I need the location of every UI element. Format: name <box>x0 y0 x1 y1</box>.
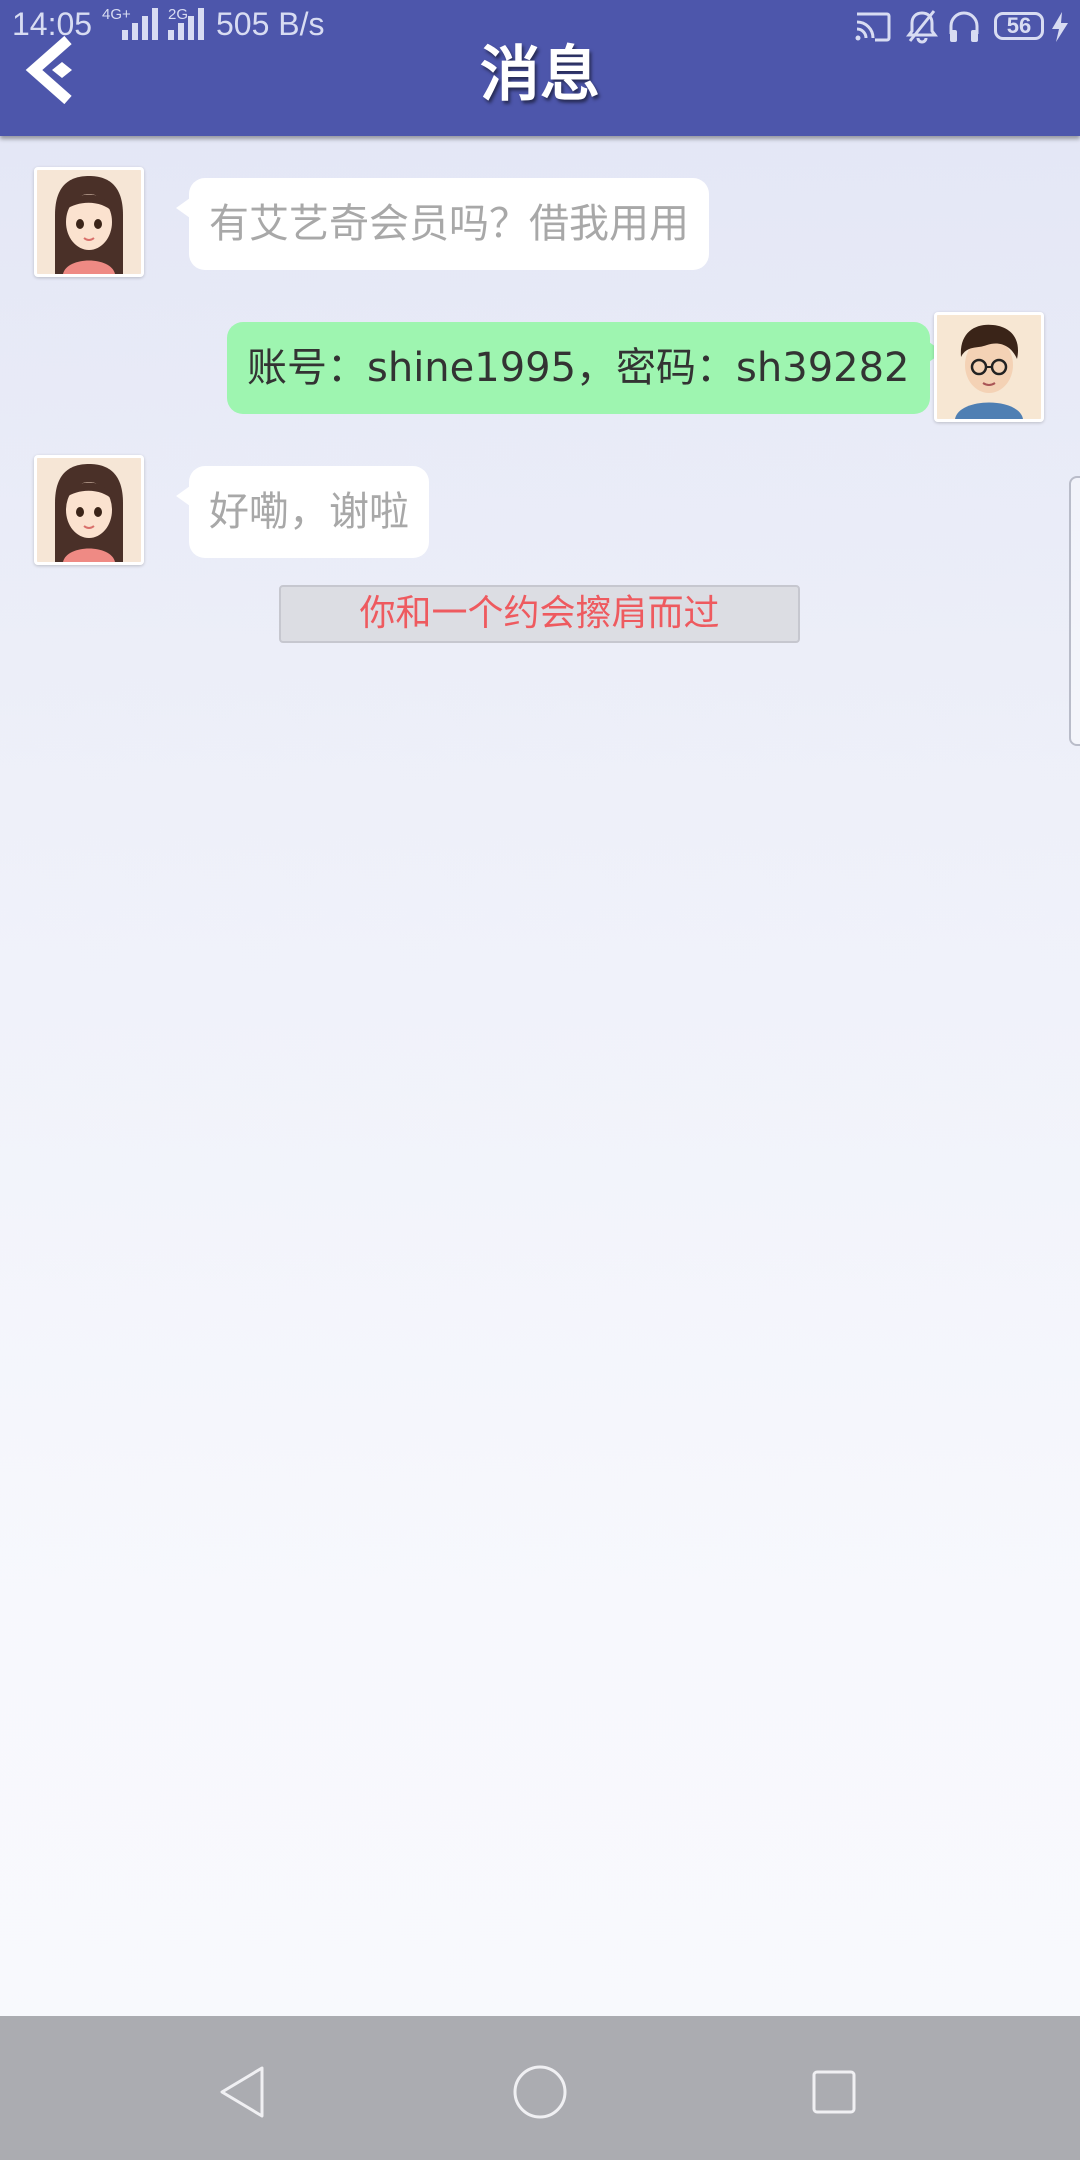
message-bubble-sent[interactable]: 账号：shine1995，密码：sh39282 <box>227 322 942 414</box>
nav-home-icon[interactable] <box>510 2062 570 2122</box>
scroll-handle[interactable] <box>1069 476 1080 746</box>
page-title: 消息 <box>480 40 600 110</box>
message-bubble-received[interactable]: 好嘞，谢啦 <box>176 466 429 558</box>
nav-recents-icon[interactable] <box>804 2062 864 2122</box>
contact-avatar[interactable] <box>34 167 144 277</box>
system-nav-bar <box>0 2016 1080 2160</box>
system-notice: 你和一个约会擦肩而过 <box>279 585 800 643</box>
my-avatar[interactable] <box>934 312 1044 422</box>
contact-avatar[interactable] <box>34 455 144 565</box>
app-header: 14:05 4G+ 2G 505 B/s 56 消息 <box>0 0 1080 136</box>
girl-avatar-icon <box>37 458 141 562</box>
boy-avatar-icon <box>937 315 1041 419</box>
girl-avatar-icon <box>37 170 141 274</box>
message-bubble-received[interactable]: 有艾艺奇会员吗？借我用用 <box>176 178 709 270</box>
nav-back-icon[interactable] <box>214 2062 274 2122</box>
